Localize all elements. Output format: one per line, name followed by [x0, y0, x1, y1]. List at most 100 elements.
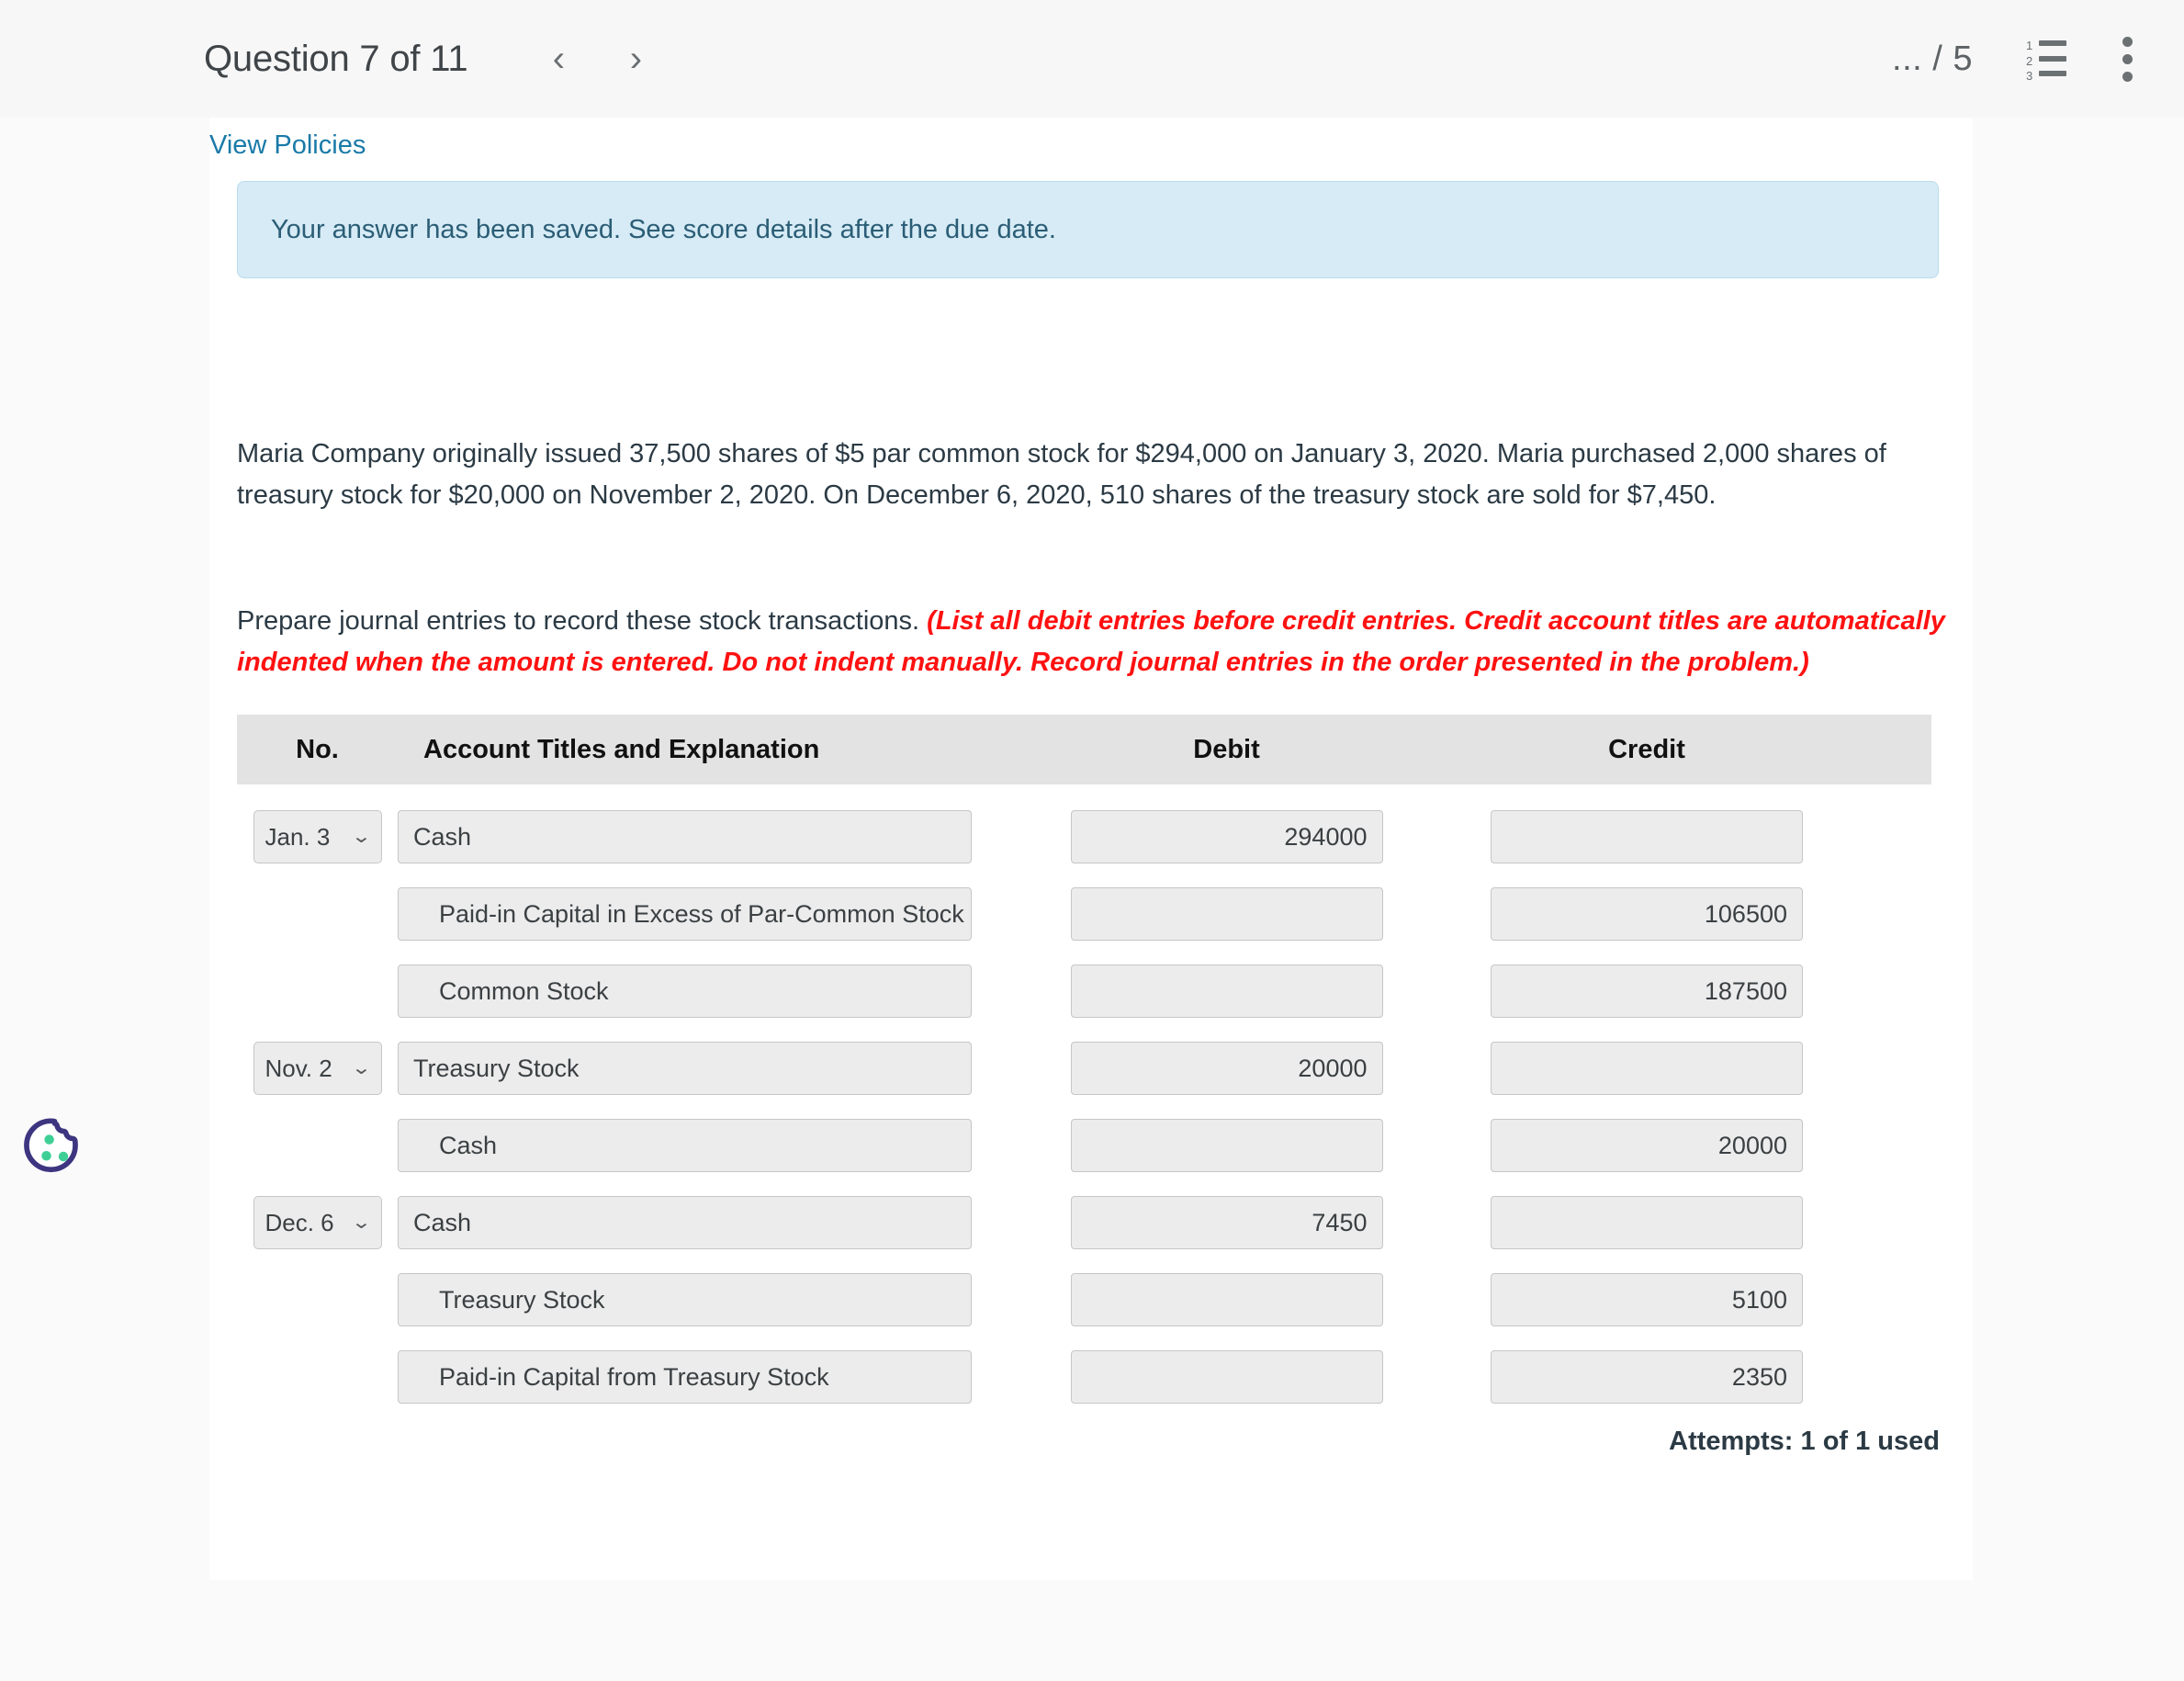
date-select[interactable]: Dec. 6 ⌄ [253, 1196, 382, 1249]
date-select-value: Jan. 3 [265, 822, 331, 851]
debit-input[interactable] [1070, 1350, 1383, 1404]
list-number-1: 1 [2026, 39, 2033, 52]
cell-account: Common Stock [398, 965, 999, 1018]
date-select-value: Dec. 6 [265, 1208, 334, 1236]
table-row: Treasury Stock 5100 [237, 1268, 1931, 1332]
account-title-input[interactable]: Paid-in Capital from Treasury Stock [398, 1350, 972, 1404]
saved-answer-alert: Your answer has been saved. See score de… [237, 181, 1939, 278]
table-row: Paid-in Capital in Excess of Par-Common … [237, 882, 1931, 946]
cell-credit [1454, 1196, 1840, 1249]
list-number-3: 3 [2026, 69, 2033, 83]
cell-credit: 5100 [1454, 1273, 1840, 1326]
cell-debit [999, 965, 1454, 1018]
table-row: Jan. 3 ⌄ Cash 294000 [237, 805, 1931, 869]
debit-input[interactable] [1070, 965, 1383, 1018]
date-select[interactable]: Nov. 2 ⌄ [253, 1042, 382, 1095]
cell-debit [999, 1119, 1454, 1172]
list-bar-1 [2039, 40, 2066, 46]
cell-account: Cash [398, 1119, 999, 1172]
debit-input[interactable] [1070, 887, 1383, 941]
cookie-chip-1 [44, 1134, 54, 1145]
debit-input[interactable] [1070, 1119, 1383, 1172]
chevron-down-icon: ⌄ [350, 827, 372, 847]
debit-input[interactable]: 20000 [1070, 1042, 1383, 1095]
account-title-input[interactable]: Treasury Stock [398, 1273, 972, 1326]
debit-input[interactable] [1070, 1273, 1383, 1326]
cell-account: Cash [398, 810, 999, 863]
debit-input[interactable]: 7450 [1070, 1196, 1383, 1249]
cookie-consent-icon[interactable] [20, 1113, 88, 1181]
account-title-input[interactable]: Treasury Stock [398, 1042, 972, 1095]
cell-debit [999, 887, 1454, 941]
account-title-input[interactable]: Paid-in Capital in Excess of Par-Common … [398, 887, 972, 941]
cookie-chip-3 [58, 1151, 69, 1162]
attempts-status: Attempts: 1 of 1 used [1669, 1427, 1940, 1456]
list-bar-3 [2039, 71, 2066, 76]
previous-question-button[interactable]: ‹ [524, 40, 592, 77]
numbered-list-icon[interactable]: 1 2 3 [2026, 39, 2066, 82]
account-title-input[interactable]: Cash [398, 1196, 972, 1249]
toolbar-left-group: Question 7 of 11 ‹ › [204, 39, 670, 80]
date-select-value: Nov. 2 [265, 1054, 332, 1082]
credit-input[interactable] [1491, 1196, 1803, 1249]
dot-3 [2122, 71, 2133, 82]
cell-account: Cash [398, 1196, 999, 1249]
dot-2 [2122, 53, 2133, 64]
instruction-normal-text: Prepare journal entries to record these … [237, 606, 928, 636]
question-toolbar: Question 7 of 11 ‹ › ... / 5 1 2 3 [0, 0, 2184, 118]
cell-credit [1454, 810, 1840, 863]
cell-debit [999, 1350, 1454, 1404]
cell-date: Jan. 3 ⌄ [237, 810, 398, 863]
score-display: ... / 5 [1892, 39, 1973, 78]
list-number-2: 2 [2026, 54, 2033, 68]
cell-debit [999, 1273, 1454, 1326]
credit-input[interactable]: 2350 [1491, 1350, 1803, 1404]
debit-input[interactable]: 294000 [1070, 810, 1383, 863]
table-row: Cash 20000 [237, 1113, 1931, 1178]
credit-input[interactable]: 20000 [1491, 1119, 1803, 1172]
chevron-down-icon: ⌄ [350, 1213, 372, 1233]
account-title-input[interactable]: Cash [398, 1119, 972, 1172]
next-question-button[interactable]: › [602, 40, 670, 77]
cell-account: Treasury Stock [398, 1042, 999, 1095]
question-paragraph-2: Prepare journal entries to record these … [237, 601, 1945, 683]
cookie-icon [24, 1118, 78, 1173]
toolbar-right-group: ... / 5 1 2 3 [1892, 0, 2184, 118]
alert-message: Your answer has been saved. See score de… [271, 214, 1056, 244]
cell-credit: 2350 [1454, 1350, 1840, 1404]
column-header-debit: Debit [1193, 734, 1260, 764]
more-options-icon[interactable] [2122, 36, 2133, 82]
chevron-down-icon: ⌄ [350, 1058, 372, 1078]
cell-debit: 294000 [999, 810, 1454, 863]
column-header-credit: Credit [1608, 734, 1685, 764]
cell-account: Paid-in Capital in Excess of Par-Common … [398, 887, 999, 941]
credit-input[interactable]: 5100 [1491, 1273, 1803, 1326]
cell-debit: 7450 [999, 1196, 1454, 1249]
journal-entry-table: No. Account Titles and Explanation Debit… [237, 715, 1931, 1409]
table-row: Dec. 6 ⌄ Cash 7450 [237, 1190, 1931, 1255]
page-root: Question 7 of 11 ‹ › ... / 5 1 2 3 View … [0, 0, 2184, 1681]
cell-account: Treasury Stock [398, 1273, 999, 1326]
list-bar-2 [2039, 56, 2066, 62]
table-row: Nov. 2 ⌄ Treasury Stock 20000 [237, 1036, 1931, 1100]
credit-input[interactable]: 187500 [1491, 965, 1803, 1018]
cell-credit: 187500 [1454, 965, 1840, 1018]
column-header-account: Account Titles and Explanation [423, 734, 820, 764]
cell-credit: 106500 [1454, 887, 1840, 941]
account-title-input[interactable]: Cash [398, 810, 972, 863]
question-paragraph-1: Maria Company originally issued 37,500 s… [237, 439, 1886, 510]
dot-1 [2122, 36, 2133, 47]
date-select[interactable]: Jan. 3 ⌄ [253, 810, 382, 863]
account-title-input[interactable]: Common Stock [398, 965, 972, 1018]
view-policies-link[interactable]: View Policies [209, 130, 366, 161]
table-row: Paid-in Capital from Treasury Stock 2350 [237, 1345, 1931, 1409]
cell-date: Nov. 2 ⌄ [237, 1042, 398, 1095]
credit-input[interactable] [1491, 810, 1803, 863]
table-header-row: No. Account Titles and Explanation Debit… [237, 715, 1931, 784]
cell-credit [1454, 1042, 1840, 1095]
page-title: Question 7 of 11 [204, 38, 468, 79]
credit-input[interactable]: 106500 [1491, 887, 1803, 941]
table-row: Common Stock 187500 [237, 959, 1931, 1023]
table-body: Jan. 3 ⌄ Cash 294000 Paid-in Capital in Exce… [237, 805, 1931, 1409]
credit-input[interactable] [1491, 1042, 1803, 1095]
